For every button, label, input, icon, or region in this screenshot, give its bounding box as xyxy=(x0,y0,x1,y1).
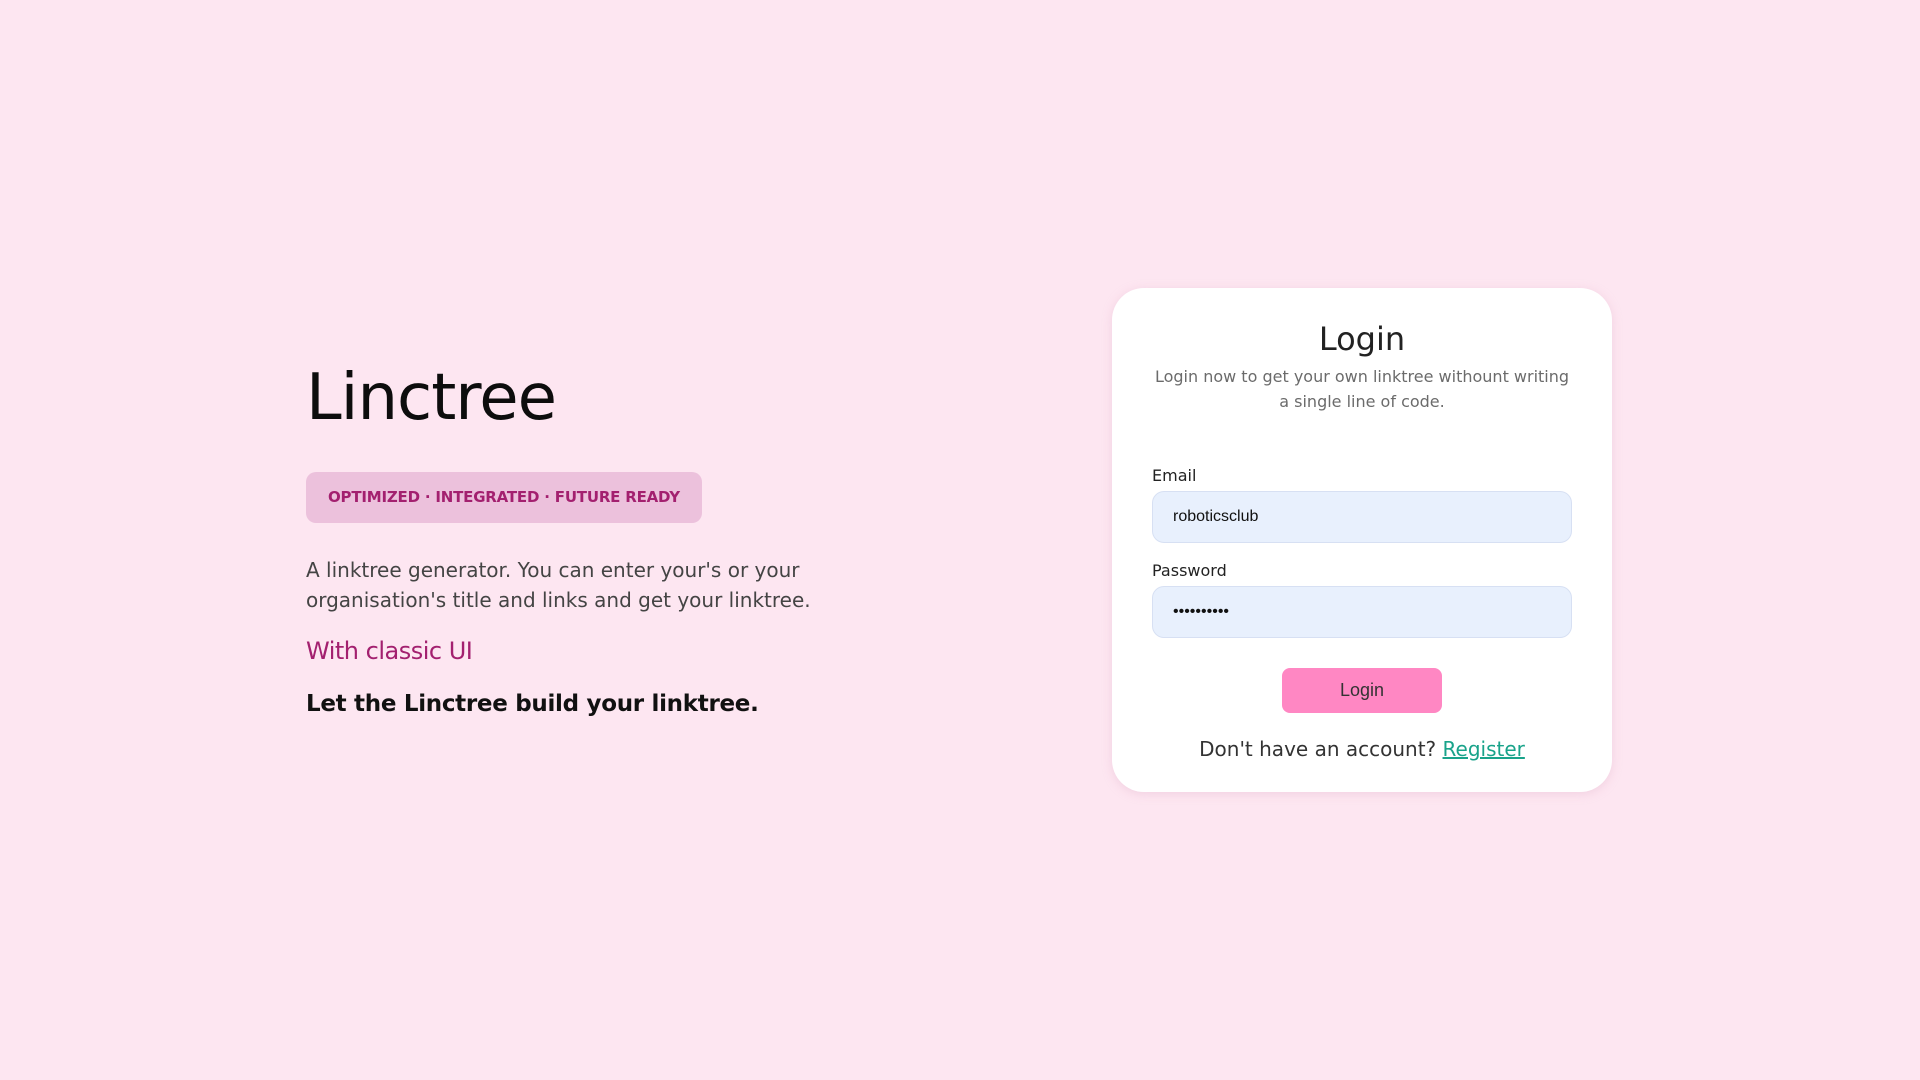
hero-description: A linktree generator. You can enter your… xyxy=(306,558,811,612)
email-label: Email xyxy=(1152,466,1197,485)
feature-badge: OPTIMIZED · INTEGRATED · FUTURE READY xyxy=(306,472,702,523)
hero-cta-text: Let the Linctree build your linktree. xyxy=(306,691,759,717)
password-field[interactable] xyxy=(1152,586,1572,638)
email-field[interactable] xyxy=(1152,491,1572,543)
hero-title: Linctree xyxy=(306,361,557,435)
register-prompt-text: Don't have an account? xyxy=(1199,737,1437,761)
register-prompt: Don't have an account? Register xyxy=(1152,737,1572,761)
register-link[interactable]: Register xyxy=(1443,737,1525,761)
hero-tagline: With classic UI xyxy=(306,637,473,665)
page: Linctree OPTIMIZED · INTEGRATED · FUTURE… xyxy=(0,0,1920,1080)
hero-section: Linctree OPTIMIZED · INTEGRATED · FUTURE… xyxy=(306,360,866,717)
login-title: Login xyxy=(1318,320,1406,358)
login-subtitle: Login now to get your own linktree witho… xyxy=(1154,367,1570,411)
login-card: Login Login now to get your own linktree… xyxy=(1112,288,1612,792)
password-label: Password xyxy=(1152,561,1227,580)
login-button[interactable]: Login xyxy=(1282,668,1442,713)
